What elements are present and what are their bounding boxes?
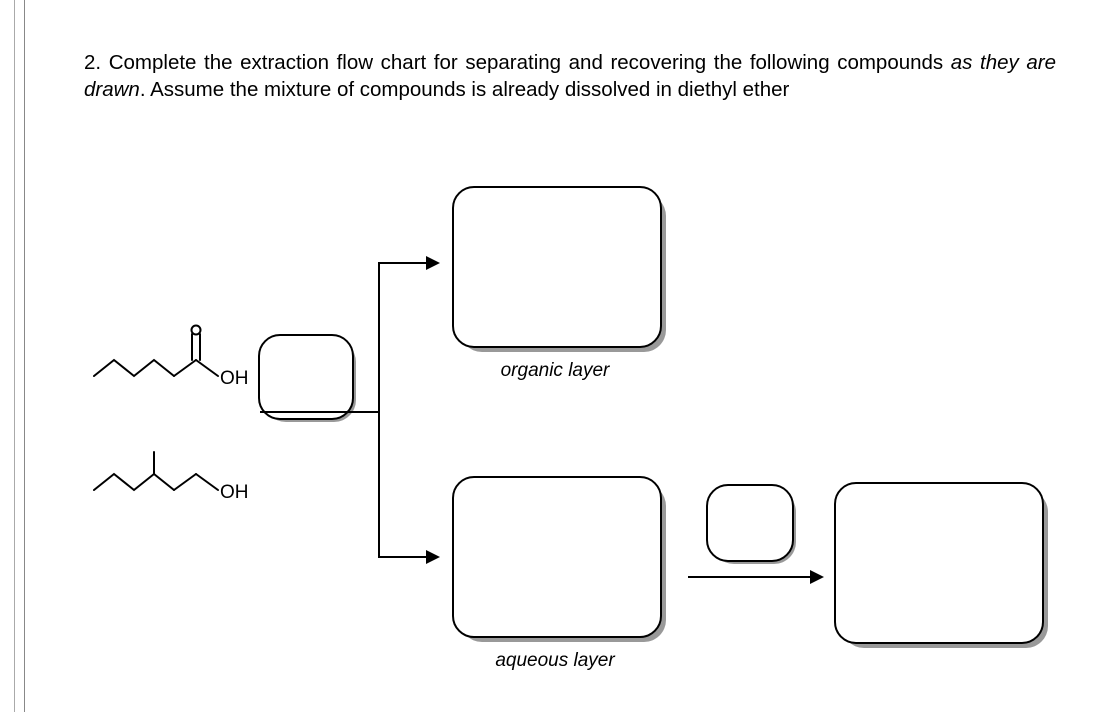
flow-line-top: [378, 262, 426, 264]
question-body-2: . Assume the mixture of compounds is alr…: [140, 78, 790, 101]
organic-label: organic layer: [452, 360, 658, 382]
question-number: 2.: [84, 51, 101, 74]
question-text: 2. Complete the extraction flow chart fo…: [84, 50, 1056, 103]
flow-line-right: [688, 576, 810, 578]
reagent-box-2[interactable]: [706, 484, 794, 562]
aqueous-box[interactable]: [452, 476, 662, 638]
aqueous-label: aqueous layer: [452, 650, 658, 672]
alcohol-oh-label: OH: [220, 482, 248, 503]
acid-oh-label: OH: [220, 368, 248, 389]
margin-bar-outer: [0, 0, 25, 712]
flow-line-bottom: [378, 556, 426, 558]
organic-box[interactable]: [452, 186, 662, 348]
page: 2. Complete the extraction flow chart fo…: [0, 0, 1096, 712]
flow-line-stub: [260, 411, 380, 413]
molecule-alcohol: OH: [88, 440, 248, 520]
arrowhead-bottom: [426, 550, 440, 564]
question-body-1: Complete the extraction flow chart for s…: [109, 51, 951, 74]
reagent-box-1[interactable]: [258, 334, 354, 420]
margin-bar-inner: [14, 0, 15, 712]
molecule-acid: OH: [88, 320, 248, 410]
flow-line-vertical: [378, 262, 380, 558]
arrowhead-top: [426, 256, 440, 270]
product-box[interactable]: [834, 482, 1044, 644]
arrowhead-right: [810, 570, 824, 584]
